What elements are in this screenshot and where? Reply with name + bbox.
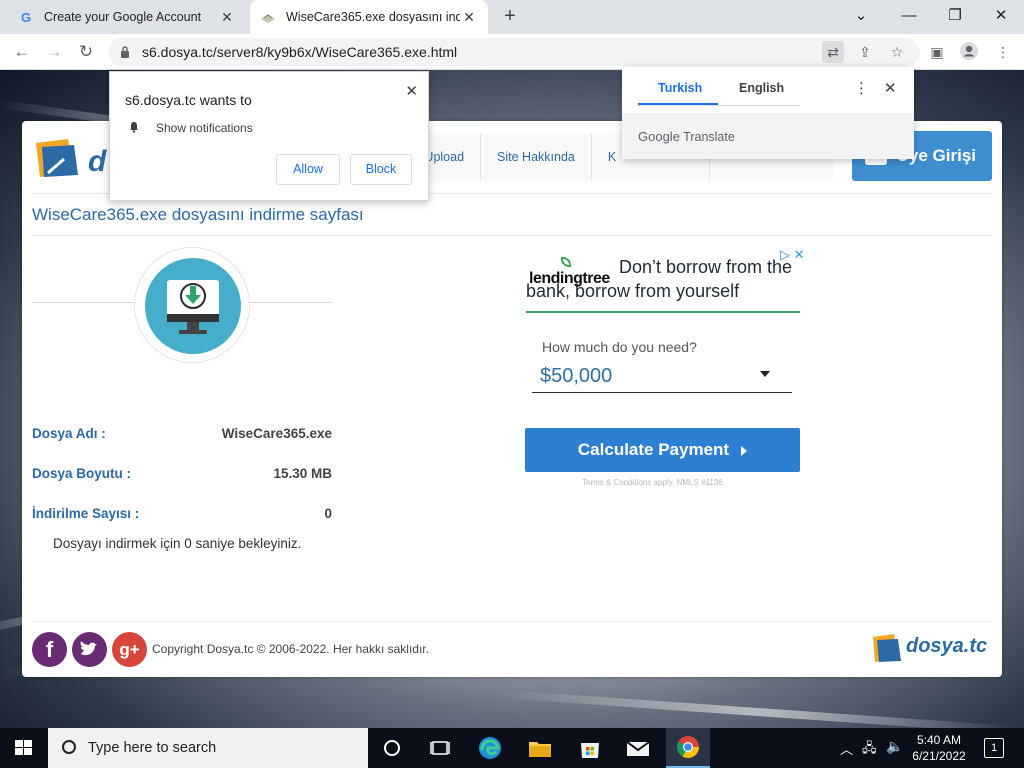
footer-logo-text: dosya.tc [906, 635, 988, 657]
windows-start-icon[interactable] [0, 728, 48, 768]
reload-icon[interactable]: ↻ [74, 40, 98, 64]
google-translate-credit: Google Translate [638, 129, 735, 144]
tab-title: Create your Google Account [44, 10, 202, 24]
allow-button[interactable]: Allow [276, 154, 340, 185]
background-streak [499, 690, 1020, 728]
permission-description: Show notifications [156, 121, 253, 135]
file-size-value: 15.30 MB [273, 466, 332, 481]
browser-toolbar: ← → ↻ s6.dosya.tc/server8/ky9b6x/WiseCar… [0, 34, 1024, 70]
tab-title: WiseCare365.exe dosyasını indir [286, 10, 460, 24]
store-icon[interactable] [576, 734, 604, 762]
taskbar-search-placeholder: Type here to search [88, 740, 217, 756]
copyright-text: Copyright Dosya.tc © 2006-2022. Her hakk… [152, 642, 429, 656]
taskbar-clock[interactable]: 5:40 AM 6/21/2022 [906, 732, 972, 764]
download-icon-frame [134, 247, 250, 363]
tab-divider [638, 105, 800, 106]
permission-title: s6.dosya.tc wants to [125, 92, 252, 108]
facebook-icon[interactable]: f [32, 632, 67, 667]
search-icon [62, 740, 76, 754]
svg-text:d: d [88, 145, 107, 178]
tray-overflow-chevron-icon[interactable]: ︿ [840, 739, 853, 758]
footer-dosya-logo[interactable]: dosya.tc [872, 631, 990, 665]
window-close-icon[interactable]: ✕ [986, 4, 1016, 28]
translate-popup: Turkish English ⋮ ✕ Google Translate [622, 67, 914, 159]
cortana-icon[interactable] [378, 734, 406, 762]
restore-icon[interactable]: ❐ [940, 4, 970, 28]
forward-arrow-icon[interactable]: → [42, 40, 66, 64]
profile-avatar-icon[interactable] [958, 41, 980, 63]
file-name-label: Dosya Adı : [32, 426, 106, 441]
clock-time: 5:40 AM [916, 733, 962, 747]
lock-icon [120, 46, 132, 58]
translate-icon[interactable]: ⇄ [822, 41, 844, 63]
file-icon [260, 9, 276, 25]
google-plus-icon[interactable]: g+ [112, 632, 147, 667]
loan-amount-select[interactable]: $50,000 [532, 363, 792, 393]
bell-icon [130, 122, 138, 133]
url-text: s6.dosya.tc/server8/ky9b6x/WiseCare365.e… [142, 44, 458, 60]
download-count-label: İndirilme Sayısı : [32, 506, 140, 521]
tab-strip: G Create your Google Account ✕ WiseCare3… [0, 0, 1024, 34]
active-tab-indicator [638, 103, 718, 105]
task-view-icon[interactable] [426, 734, 454, 762]
translate-tabs: Turkish English ⋮ ✕ [622, 67, 914, 113]
twitter-icon[interactable] [72, 632, 107, 667]
clock-date: 6/21/2022 [912, 749, 966, 763]
close-icon[interactable]: ✕ [884, 79, 897, 97]
taskbar-search-box[interactable]: Type here to search [48, 728, 368, 768]
play-arrow-icon [741, 445, 748, 456]
chrome-taskbar-button[interactable] [666, 728, 710, 768]
minimize-icon[interactable]: — [894, 4, 924, 28]
download-count-value: 0 [324, 506, 332, 521]
leaf-icon [561, 257, 571, 267]
new-tab-button[interactable]: + [498, 5, 522, 29]
windows-taskbar: Type here to search ︿ 🖧 🔈 5:40 AM 6/21/2… [0, 728, 1024, 768]
share-icon[interactable]: ⇪ [854, 41, 876, 63]
side-panel-icon[interactable]: ▣ [926, 41, 948, 63]
lendingtree-logo: lendingtree [529, 257, 610, 291]
google-g-icon: G [20, 9, 32, 25]
volume-icon[interactable]: 🔈 [886, 738, 903, 755]
tab-english[interactable]: English [739, 81, 784, 95]
lendingtree-ad[interactable]: ▷ ✕ lendingtree Don’t borrow from the ba… [524, 245, 814, 495]
notification-center-icon[interactable]: 1 [984, 738, 1004, 758]
chevron-down-icon [760, 371, 770, 377]
ad-divider [526, 311, 800, 313]
tab-turkish[interactable]: Turkish [658, 81, 702, 95]
network-icon[interactable]: 🖧 [862, 739, 877, 761]
file-size-label: Dosya Boyutu : [32, 466, 132, 481]
loan-amount-value: $50,000 [540, 365, 613, 387]
ad-headline-block: lendingtree Don’t borrow from the bank, … [526, 255, 806, 303]
file-name-value: WiseCare365.exe [221, 426, 332, 441]
nav-about[interactable]: Site Hakkında [480, 133, 591, 181]
tab-close-icon[interactable]: ✕ [218, 9, 236, 26]
divider [32, 235, 992, 236]
close-icon[interactable]: ✕ [405, 82, 418, 100]
calculate-payment-button[interactable]: Calculate Payment [525, 428, 800, 472]
back-arrow-icon[interactable]: ← [10, 40, 34, 64]
tab-wisecare-download[interactable]: WiseCare365.exe dosyasını indir ✕ [250, 0, 488, 34]
download-card: d a Upload Site Hakkında K Üye Girişi Wi… [22, 121, 1002, 677]
page-title: WiseCare365.exe dosyasını indirme sayfas… [32, 205, 364, 224]
ad-terms: Terms & Conditions apply. NMLS #1136 [582, 478, 723, 487]
divider [32, 621, 992, 622]
address-bar[interactable]: s6.dosya.tc/server8/ky9b6x/WiseCare365.e… [108, 38, 920, 66]
mail-icon[interactable] [624, 734, 652, 762]
file-explorer-icon[interactable] [526, 734, 554, 762]
tab-google-account[interactable]: G Create your Google Account ✕ [8, 0, 246, 34]
kebab-menu-icon[interactable]: ⋮ [992, 41, 1014, 63]
download-monitor-icon [145, 258, 241, 354]
tab-search-chevron-icon[interactable]: ⌄ [846, 4, 876, 28]
bookmark-star-icon[interactable]: ☆ [886, 41, 908, 63]
edge-icon[interactable] [476, 734, 504, 762]
kebab-menu-icon[interactable]: ⋮ [854, 79, 869, 97]
ad-question: How much do you need? [542, 339, 697, 355]
notification-permission-popup: s6.dosya.tc wants to ✕ Show notification… [109, 71, 429, 201]
tab-close-icon[interactable]: ✕ [460, 9, 478, 26]
block-button[interactable]: Block [350, 154, 412, 185]
countdown-text: Dosyayı indirmek için 0 saniye bekleyini… [53, 536, 302, 551]
